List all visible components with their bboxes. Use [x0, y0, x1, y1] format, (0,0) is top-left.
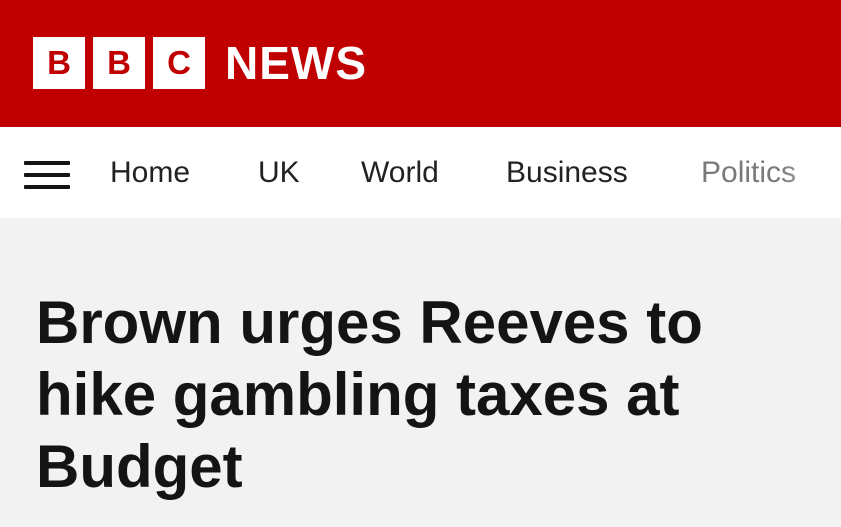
- nav-item-business[interactable]: Business: [506, 155, 628, 191]
- nav-item-home[interactable]: Home: [110, 155, 190, 191]
- logo-letter-b1: B: [33, 37, 85, 89]
- logo-letter-b2: B: [93, 37, 145, 89]
- nav-item-uk[interactable]: UK: [258, 155, 300, 191]
- article-headline[interactable]: Brown urges Reeves to hike gambling taxe…: [36, 287, 826, 503]
- nav-item-politics[interactable]: Politics: [701, 155, 796, 191]
- nav-item-world[interactable]: World: [361, 155, 439, 191]
- bbc-news-logo[interactable]: B B C NEWS: [33, 37, 367, 89]
- masthead: B B C NEWS: [0, 0, 841, 127]
- logo-letter-c: C: [153, 37, 205, 89]
- nav-bar: Home UK World Business Politics: [0, 127, 841, 218]
- hamburger-menu-icon[interactable]: [24, 161, 70, 189]
- logo-word-news: NEWS: [225, 37, 367, 89]
